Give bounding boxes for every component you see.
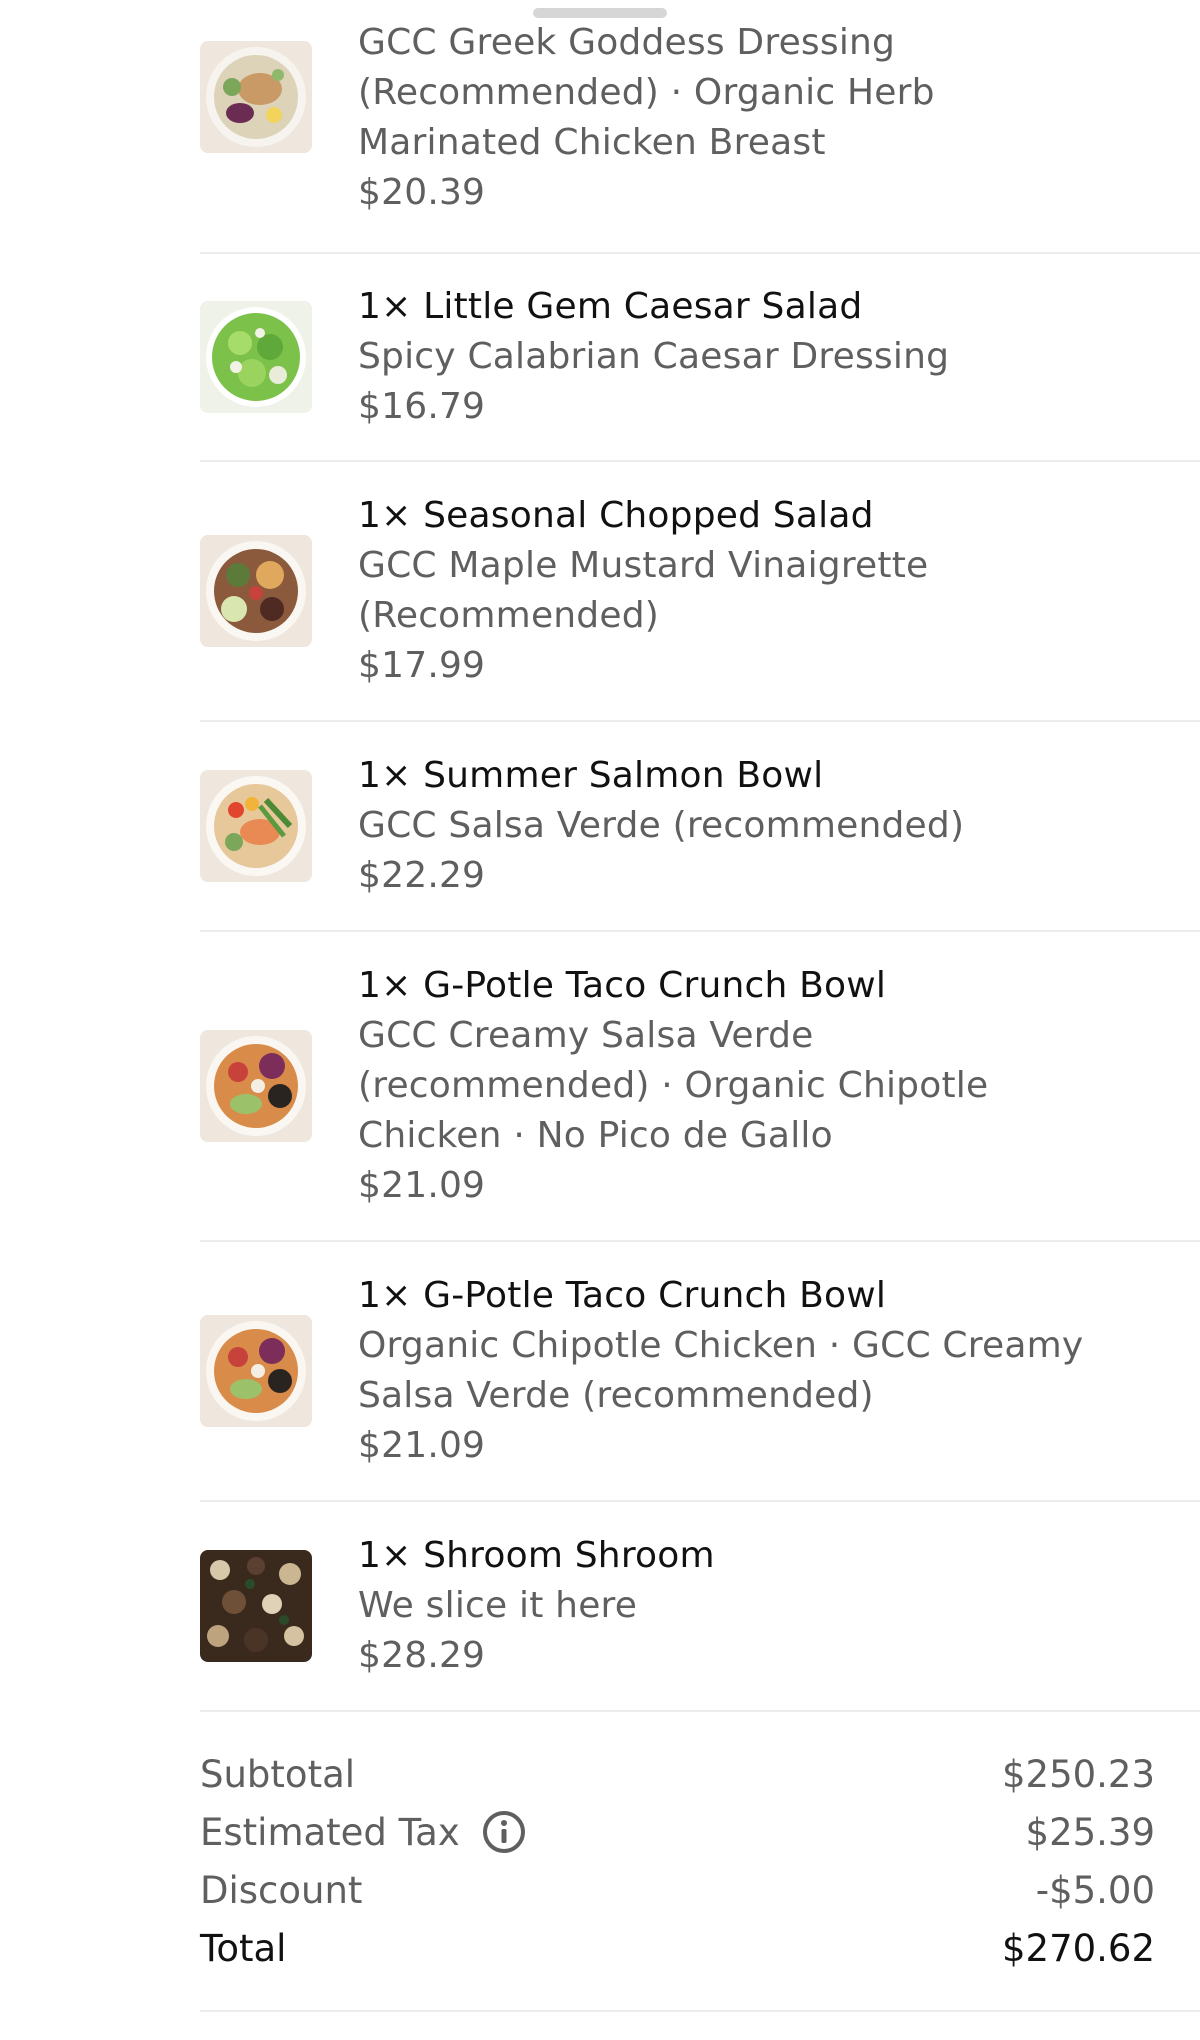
item-options-line: (Recommended) · Organic Herb: [358, 72, 935, 113]
order-item[interactable]: 1× Little Gem Caesar Salad Spicy Calabri…: [200, 254, 1200, 462]
item-info: GCC Greek Goddess Dressing (Recommended)…: [358, 18, 1200, 218]
discount-label: Discount: [200, 1868, 363, 1912]
chopped-salad-icon: [200, 535, 312, 647]
item-info: 1× Summer Salmon Bowl GCC Salsa Verde (r…: [358, 751, 1200, 901]
greek-chicken-bowl-icon: [200, 41, 312, 153]
discount-row: Discount -$5.00: [200, 1861, 1155, 1919]
item-price: $17.99: [358, 645, 486, 686]
order-item: GCC Greek Goddess Dressing (Recommended)…: [200, 0, 1200, 254]
info-icon[interactable]: [482, 1810, 526, 1854]
item-options-line: (Recommended): [358, 595, 660, 636]
taco-bowl-icon: [200, 1315, 312, 1427]
item-title: 1× Seasonal Chopped Salad: [358, 495, 874, 536]
item-options-line: Organic Chipotle Chicken · GCC Creamy: [358, 1325, 1084, 1366]
order-item[interactable]: 1× G-Potle Taco Crunch Bowl GCC Creamy S…: [200, 932, 1200, 1242]
item-options-line: Salsa Verde (recommended): [358, 1375, 874, 1416]
item-info: 1× Seasonal Chopped Salad GCC Maple Must…: [358, 491, 1200, 691]
discount-value: -$5.00: [1035, 1868, 1155, 1912]
divider: [200, 2010, 1200, 2012]
order-item[interactable]: 1× Seasonal Chopped Salad GCC Maple Must…: [200, 462, 1200, 722]
order-item[interactable]: 1× Shroom Shroom We slice it here $28.29: [200, 1502, 1200, 1712]
item-price: $16.79: [358, 386, 486, 427]
item-info: 1× Little Gem Caesar Salad Spicy Calabri…: [358, 282, 1200, 432]
caesar-salad-icon: [200, 301, 312, 413]
item-price: $21.09: [358, 1165, 486, 1206]
item-title: 1× G-Potle Taco Crunch Bowl: [358, 965, 887, 1006]
item-price: $21.09: [358, 1425, 486, 1466]
item-price: $22.29: [358, 855, 486, 896]
item-info: 1× G-Potle Taco Crunch Bowl GCC Creamy S…: [358, 961, 1200, 1211]
item-options-line: We slice it here: [358, 1585, 638, 1626]
subtotal-value: $250.23: [1001, 1752, 1155, 1796]
taco-bowl-icon: [200, 1030, 312, 1142]
order-item[interactable]: 1× Summer Salmon Bowl GCC Salsa Verde (r…: [200, 722, 1200, 932]
item-info: 1× G-Potle Taco Crunch Bowl Organic Chip…: [358, 1271, 1200, 1471]
item-options-line: GCC Creamy Salsa Verde: [358, 1015, 814, 1056]
item-options-line: GCC Greek Goddess Dressing: [358, 22, 896, 63]
item-title: 1× G-Potle Taco Crunch Bowl: [358, 1275, 887, 1316]
item-options-line: Chicken · No Pico de Gallo: [358, 1115, 833, 1156]
total-row: Total $270.62: [200, 1919, 1155, 1977]
total-label: Total: [200, 1926, 287, 1970]
subtotal-label: Subtotal: [200, 1752, 356, 1796]
item-options-line: Spicy Calabrian Caesar Dressing: [358, 336, 950, 377]
subtotal-row: Subtotal $250.23: [200, 1745, 1155, 1803]
item-info: 1× Shroom Shroom We slice it here $28.29: [358, 1531, 1200, 1681]
salmon-bowl-icon: [200, 770, 312, 882]
tax-label-group: Estimated Tax: [200, 1810, 526, 1854]
tax-label: Estimated Tax: [200, 1810, 460, 1854]
item-options-line: (recommended) · Organic Chipotle: [358, 1065, 989, 1106]
item-options-line: GCC Maple Mustard Vinaigrette: [358, 545, 929, 586]
item-price: $20.39: [358, 172, 486, 213]
tax-value: $25.39: [1025, 1810, 1155, 1854]
item-options-line: GCC Salsa Verde (recommended): [358, 805, 965, 846]
order-items-list: GCC Greek Goddess Dressing (Recommended)…: [200, 0, 1200, 1712]
mushroom-pizza-icon: [200, 1550, 312, 1662]
order-summary-sheet: GCC Greek Goddess Dressing (Recommended)…: [0, 0, 1200, 2040]
tax-row: Estimated Tax $25.39: [200, 1803, 1155, 1861]
item-options-line: Marinated Chicken Breast: [358, 122, 826, 163]
order-totals: Subtotal $250.23 Estimated Tax $25.39 Di…: [200, 1745, 1155, 1977]
item-price: $28.29: [358, 1635, 486, 1676]
item-title: 1× Little Gem Caesar Salad: [358, 286, 863, 327]
total-value: $270.62: [1001, 1926, 1155, 1970]
item-title: 1× Summer Salmon Bowl: [358, 755, 824, 796]
order-item[interactable]: 1× G-Potle Taco Crunch Bowl Organic Chip…: [200, 1242, 1200, 1502]
item-title: 1× Shroom Shroom: [358, 1535, 715, 1576]
